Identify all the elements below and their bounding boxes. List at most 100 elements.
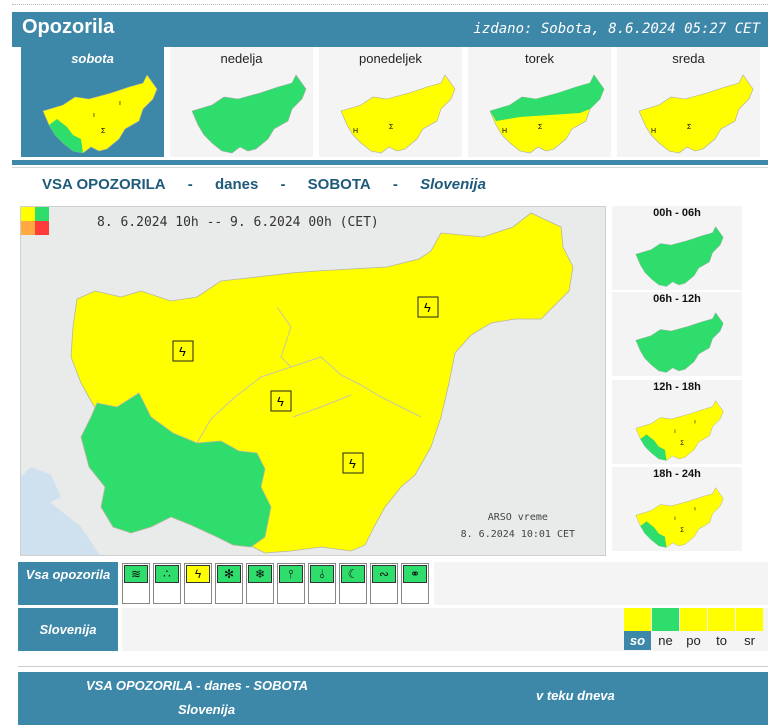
slovenia-thumb-map: HΣ [340,74,456,154]
slovenia-thumb-map: HΣ [638,74,754,154]
svg-text:Σ: Σ [538,124,543,131]
tab-ponedeljek[interactable]: ponedeljek HΣ [319,47,465,157]
coastal-icon: ∾ [372,565,396,583]
fog-icon: ☾ [341,565,365,583]
warning-type-5[interactable]: ⫯ [277,563,305,604]
footer-bar: VSA OPOZORILA - danes - SOBOTA Slovenija… [18,672,768,725]
svg-text:Σ: Σ [680,527,684,534]
svg-text:H: H [502,128,507,135]
interval-map-00-06[interactable]: 00h - 06h [612,206,742,290]
heading-region: Slovenija [420,176,486,193]
svg-text:ϟ: ϟ [424,300,431,315]
top-divider [12,4,768,5]
legend-day-to[interactable]: to [708,608,735,650]
interval-map-06-12[interactable]: 06h - 12h [612,292,742,376]
warning-type-7[interactable]: ☾ [339,563,367,604]
wind-icon: ≋ [124,565,148,583]
heading-day: SOBOTA [307,176,371,193]
footer-title: VSA OPOZORILA - danes - SOBOTA [86,678,308,693]
svg-text:ı: ı [119,100,121,107]
svg-text:ı: ı [694,419,696,426]
warning-type-3[interactable]: ✻ [215,563,243,604]
map-credit: ARSO vreme 8. 6.2024 10:01 CET [461,509,575,543]
tab-label: nedelja [220,51,263,66]
rain-icon: ∴ [155,565,179,583]
tab-label: sreda [672,51,705,66]
warning-type-2[interactable]: ϟ [184,563,212,604]
section-heading: VSA OPOZORILA - danes - SOBOTA - Sloveni… [42,176,486,193]
map-date-range: 8. 6.2024 10h -- 9. 6.2024 00h (CET) [97,215,379,230]
svg-text:ı: ı [93,112,95,119]
interval-label: 06h - 12h [653,293,701,305]
tab-nedelja[interactable]: nedelja [170,47,316,157]
page-title: Opozorila [22,16,115,38]
svg-text:H: H [353,128,358,135]
warning-type-1[interactable]: ∴ [153,563,181,604]
svg-text:ϟ: ϟ [277,394,284,409]
svg-text:H: H [651,128,656,135]
legend-day-so[interactable]: so [624,608,651,650]
slovenia-thumb-map [191,74,307,154]
issued-timestamp: izdano: Sobota, 8.6.2024 05:27 CET [473,21,760,37]
section-divider-thin [12,167,768,168]
section-divider [12,160,768,165]
credit-time: 8. 6.2024 10:01 CET [460,529,575,540]
low-temperature-icon: ⫰ [310,565,334,583]
credit-source: ARSO vreme [487,512,548,523]
slovenia-thumb-map: HΣ [489,74,605,154]
footer-divider [18,666,768,667]
tab-label: torek [525,51,554,66]
tab-torek[interactable]: torek HΣ [468,47,614,157]
row-label-region: Slovenija [18,608,118,651]
snow-icon: ✻ [217,565,241,583]
slovenia-thumb-map [635,312,724,373]
svg-text:Σ: Σ [680,440,684,447]
tab-sobota[interactable]: sobota ı ı Σ [21,47,167,157]
heading-separator: - [392,176,398,193]
slovenia-thumb-map: ııΣ [635,400,724,461]
footer-region: Slovenija [178,702,236,717]
row-label-all-warnings: Vsa opozorila [18,562,118,605]
tab-label: sobota [71,51,114,66]
interval-label: 18h - 24h [653,468,701,480]
interval-label: 12h - 18h [653,381,701,393]
warning-type-4[interactable]: ❄ [246,563,274,604]
svg-text:ı: ı [694,506,696,513]
heading-separator: - [187,176,193,193]
high-temperature-icon: ⫯ [279,565,303,583]
page-header: Opozorila izdano: Sobota, 8.6.2024 05:27… [12,12,768,47]
interval-label: 00h - 06h [653,207,701,219]
legend-day-ne[interactable]: ne [652,608,679,650]
warning-type-9[interactable]: ⚭ [401,563,429,604]
slovenia-thumb-map [635,226,724,287]
warning-type-6[interactable]: ⫰ [308,563,336,604]
svg-text:ϟ: ϟ [349,456,356,471]
warning-type-8[interactable]: ∾ [370,563,398,604]
svg-text:ı: ı [674,428,676,435]
svg-text:ı: ı [674,515,676,522]
heading-separator: - [280,176,286,193]
slovenia-thumb-map: ı ı Σ [42,74,158,154]
warning-type-0[interactable]: ≋ [122,563,150,604]
tab-sreda[interactable]: sreda HΣ [617,47,763,157]
heading-all-warnings: VSA OPOZORILA [42,176,166,193]
thunderstorm-icon: ϟ [186,565,210,583]
warning-map[interactable]: ϟ ϟ ϟ ϟ 8. 6.2024 10h -- 9. 6.2024 00h (… [20,206,606,556]
snow-rain-icon: ❄ [248,565,272,583]
heading-today: danes [214,176,259,193]
tab-label: ponedeljek [359,51,422,66]
svg-text:Σ: Σ [687,124,692,131]
avalanche-icon: ⚭ [403,565,427,583]
slovenia-detail-map: ϟ ϟ ϟ ϟ [21,207,605,555]
slovenia-thumb-map: ııΣ [635,487,724,548]
day-tabs: sobota ı ı Σ nedelja ponedeljek HΣ torek… [12,47,768,159]
svg-text:ϟ: ϟ [179,344,186,359]
interval-map-18-24[interactable]: 18h - 24h ııΣ [612,467,742,551]
legend-day-sr[interactable]: sr [736,608,763,650]
svg-text:Σ: Σ [389,124,394,131]
interval-map-12-18[interactable]: 12h - 18h ııΣ [612,380,742,464]
svg-text:Σ: Σ [101,128,106,135]
legend-day-po[interactable]: po [680,608,707,650]
row-filler [434,562,768,605]
footer-during-day: v teku dneva [536,688,615,703]
